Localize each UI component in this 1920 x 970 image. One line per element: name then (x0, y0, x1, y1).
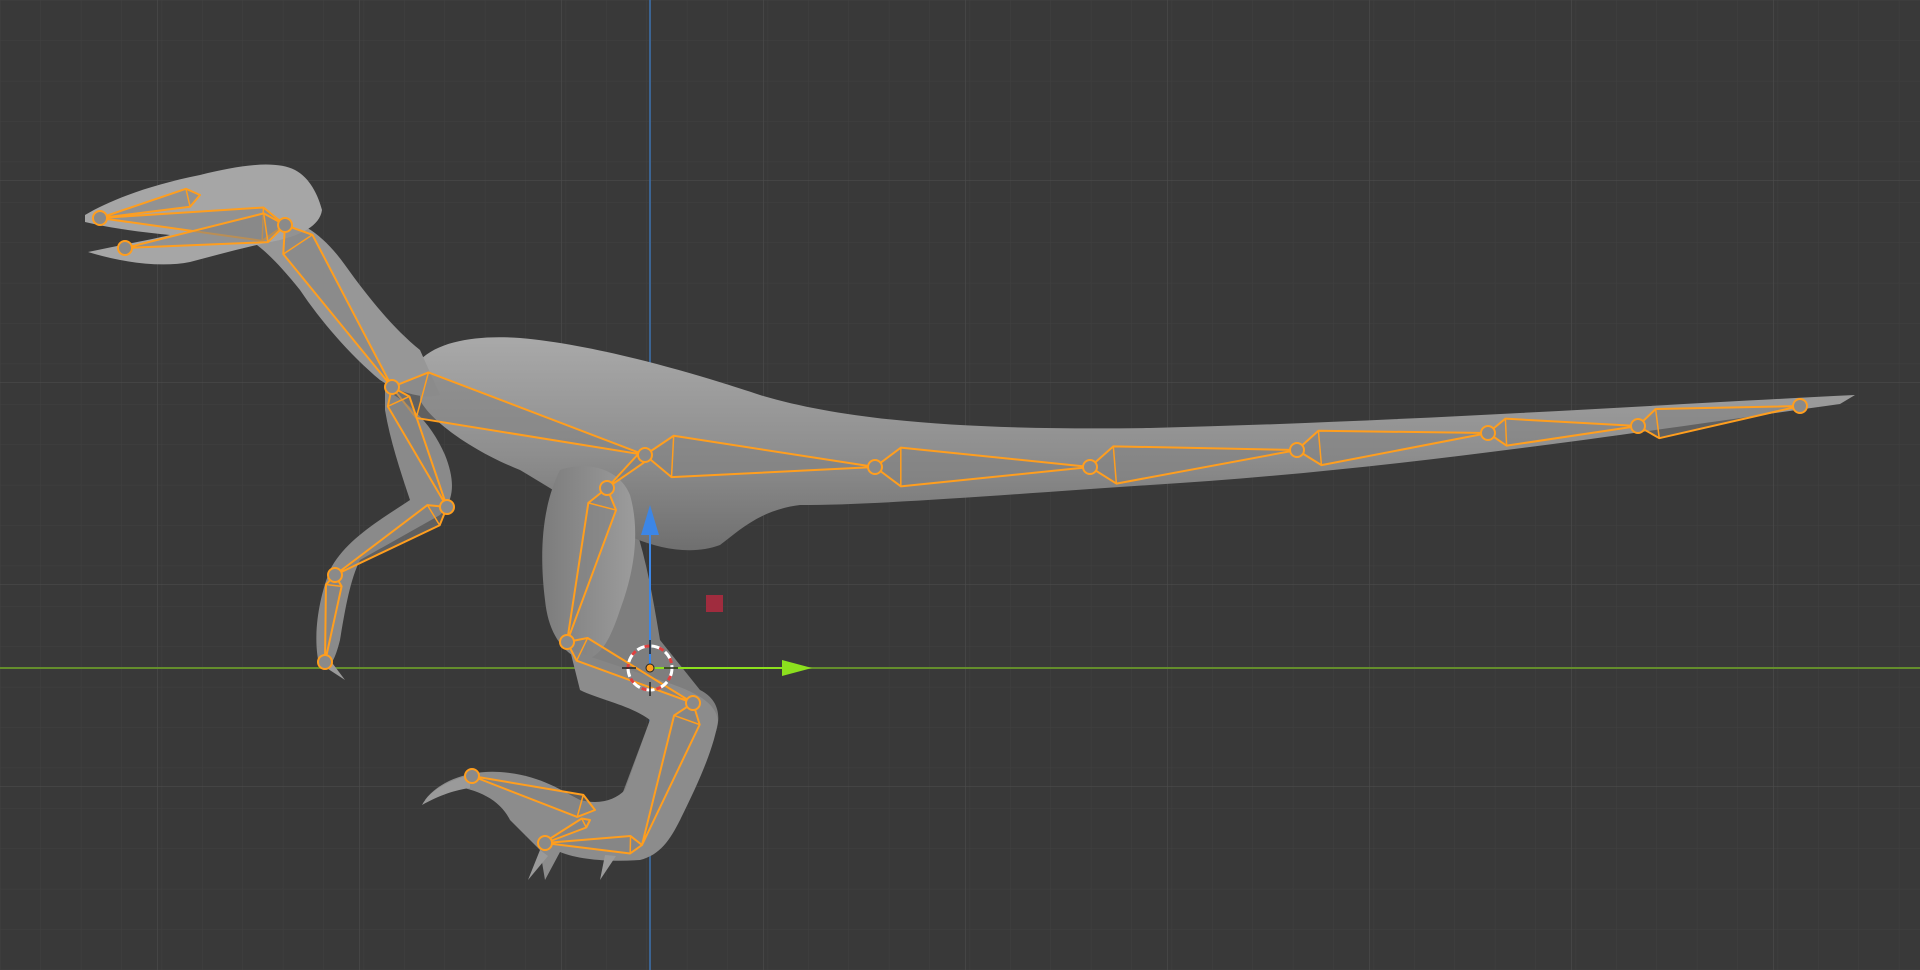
bone-joint[interactable] (1289, 442, 1305, 458)
bone-joint[interactable] (537, 835, 553, 851)
bone-joint[interactable] (867, 459, 883, 475)
bone-joint[interactable] (1082, 459, 1098, 475)
3d-viewport[interactable] (0, 0, 1920, 970)
bone-joint[interactable] (637, 447, 653, 463)
bone-joint[interactable] (1630, 418, 1646, 434)
bone-joint[interactable] (439, 499, 455, 515)
bone-joint[interactable] (599, 480, 615, 496)
bone-joint[interactable] (384, 379, 400, 395)
bone-joint[interactable] (1792, 398, 1808, 414)
bone-joint[interactable] (464, 768, 480, 784)
bone-joint[interactable] (327, 567, 343, 583)
bone-joint[interactable] (559, 634, 575, 650)
bone-joint[interactable] (317, 654, 333, 670)
bone-joint[interactable] (117, 240, 133, 256)
bone-joint[interactable] (277, 217, 293, 233)
bone-joint[interactable] (685, 695, 701, 711)
bone-joint[interactable] (92, 210, 108, 226)
bone-joint[interactable] (1480, 425, 1496, 441)
viewport-canvas[interactable] (0, 0, 1920, 970)
light-icon[interactable] (706, 595, 723, 612)
